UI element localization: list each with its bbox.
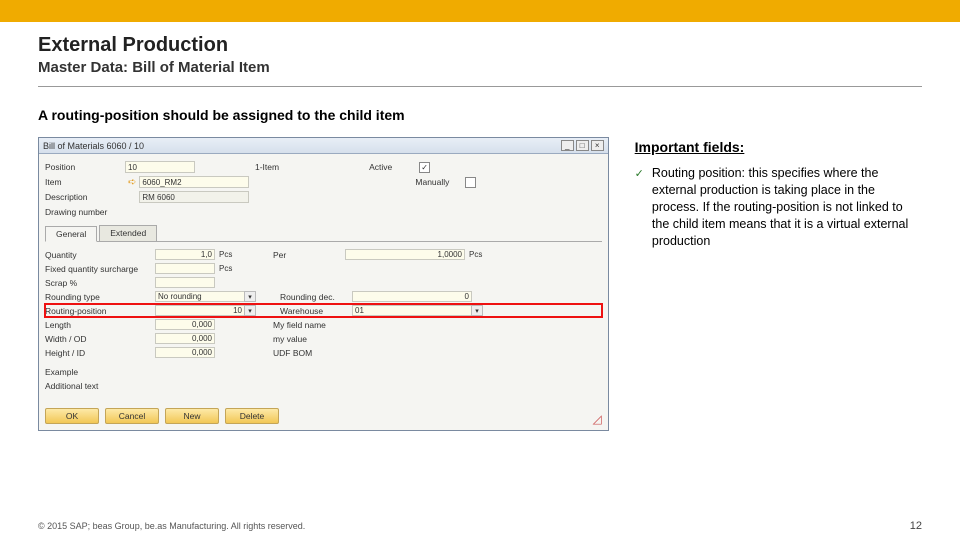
accent-bar: [0, 0, 960, 22]
copyright-text: © 2015 SAP; beas Group, be.as Manufactur…: [38, 521, 305, 531]
window-title: Bill of Materials 6060 / 10: [43, 141, 144, 151]
height-label: Height / ID: [45, 348, 155, 358]
tab-extended[interactable]: Extended: [99, 225, 157, 241]
fixed-surcharge-label: Fixed quantity surcharge: [45, 264, 155, 274]
page-number: 12: [910, 520, 922, 532]
scrap-label: Scrap %: [45, 278, 155, 288]
manually-checkbox[interactable]: [465, 177, 476, 188]
tab-general[interactable]: General: [45, 226, 97, 242]
left-column: A routing-position should be assigned to…: [38, 107, 609, 431]
maximize-icon[interactable]: □: [576, 140, 589, 151]
rounding-type-field[interactable]: No rounding: [155, 291, 245, 302]
dropdown-icon[interactable]: ▾: [471, 305, 483, 316]
per-field[interactable]: 1,0000: [345, 249, 465, 260]
position-label: Position: [45, 162, 125, 172]
right-column: Important fields: ✓ Routing position: th…: [635, 107, 922, 431]
warehouse-field[interactable]: 01: [352, 305, 472, 316]
position-field[interactable]: 10: [125, 161, 195, 173]
page-subtitle: Master Data: Bill of Material Item: [38, 59, 922, 76]
new-button[interactable]: New: [165, 408, 219, 424]
tab-bar: General Extended: [45, 225, 602, 242]
important-fields-heading: Important fields:: [635, 139, 922, 155]
per-label: Per: [273, 250, 345, 260]
udfbom-label: UDF BOM: [273, 348, 345, 358]
width-field[interactable]: 0,000: [155, 333, 215, 344]
active-checkbox[interactable]: ✓: [419, 162, 430, 173]
fixed-surcharge-unit: Pcs: [219, 264, 249, 273]
scrap-field[interactable]: [155, 277, 215, 288]
fixed-surcharge-field[interactable]: [155, 263, 215, 274]
additional-text-label: Additional text: [45, 381, 155, 391]
quantity-field[interactable]: 1,0: [155, 249, 215, 260]
routing-position-field[interactable]: 10: [155, 305, 245, 316]
item-field[interactable]: 6060_RM2: [139, 176, 249, 188]
bullet-text: Routing position: this specifies where t…: [652, 165, 922, 249]
slide-header: External Production Master Data: Bill of…: [0, 22, 960, 93]
description-field: RM 6060: [139, 191, 249, 203]
manually-label: Manually: [415, 177, 465, 187]
active-label: Active: [369, 162, 419, 172]
cancel-button[interactable]: Cancel: [105, 408, 159, 424]
rounding-type-label: Rounding type: [45, 292, 155, 302]
window-titlebar[interactable]: Bill of Materials 6060 / 10 _ □ ×: [39, 138, 608, 154]
routing-position-row: Routing-position 10 ▾ Warehouse 01 ▾: [45, 304, 602, 317]
rounding-dec-field[interactable]: 0: [352, 291, 472, 302]
page-title: External Production: [38, 34, 922, 57]
window-body: Position 10 1-Item Active ✓ Item ➪ 6060_…: [39, 154, 608, 399]
example-label: Example: [45, 367, 155, 377]
length-label: Length: [45, 320, 155, 330]
myvalue-label: my value: [273, 334, 345, 344]
footer: © 2015 SAP; beas Group, be.as Manufactur…: [38, 520, 922, 532]
warehouse-label: Warehouse: [280, 306, 352, 316]
quantity-unit: Pcs: [219, 250, 249, 259]
dropdown-icon[interactable]: ▾: [244, 305, 256, 316]
myfield-label: My field name: [273, 320, 345, 330]
description-label: Description: [45, 192, 125, 202]
minimize-icon[interactable]: _: [561, 140, 574, 151]
close-icon[interactable]: ×: [591, 140, 604, 151]
drawing-label: Drawing number: [45, 207, 125, 217]
bom-window: Bill of Materials 6060 / 10 _ □ × Positi…: [38, 137, 609, 431]
divider: [38, 86, 922, 87]
window-controls: _ □ ×: [561, 140, 604, 151]
item-id-label: 1-Item: [255, 162, 279, 172]
ok-button[interactable]: OK: [45, 408, 99, 424]
length-field[interactable]: 0,000: [155, 319, 215, 330]
instruction-text: A routing-position should be assigned to…: [38, 107, 609, 123]
width-label: Width / OD: [45, 334, 155, 344]
delete-button[interactable]: Delete: [225, 408, 279, 424]
height-field[interactable]: 0,000: [155, 347, 215, 358]
content-area: A routing-position should be assigned to…: [0, 93, 960, 431]
quantity-label: Quantity: [45, 250, 155, 260]
routing-position-label: Routing-position: [45, 306, 155, 316]
link-arrow-icon[interactable]: ➪: [128, 177, 136, 188]
bullet-item: ✓ Routing position: this specifies where…: [635, 165, 922, 249]
button-bar: OK Cancel New Delete: [45, 408, 279, 424]
checkmark-icon: ✓: [635, 167, 644, 249]
resize-handle-icon[interactable]: ◿: [592, 412, 601, 426]
rounding-dec-label: Rounding dec.: [280, 292, 352, 302]
item-label: Item: [45, 177, 125, 187]
per-unit: Pcs: [469, 250, 499, 259]
dropdown-icon[interactable]: ▾: [244, 291, 256, 302]
